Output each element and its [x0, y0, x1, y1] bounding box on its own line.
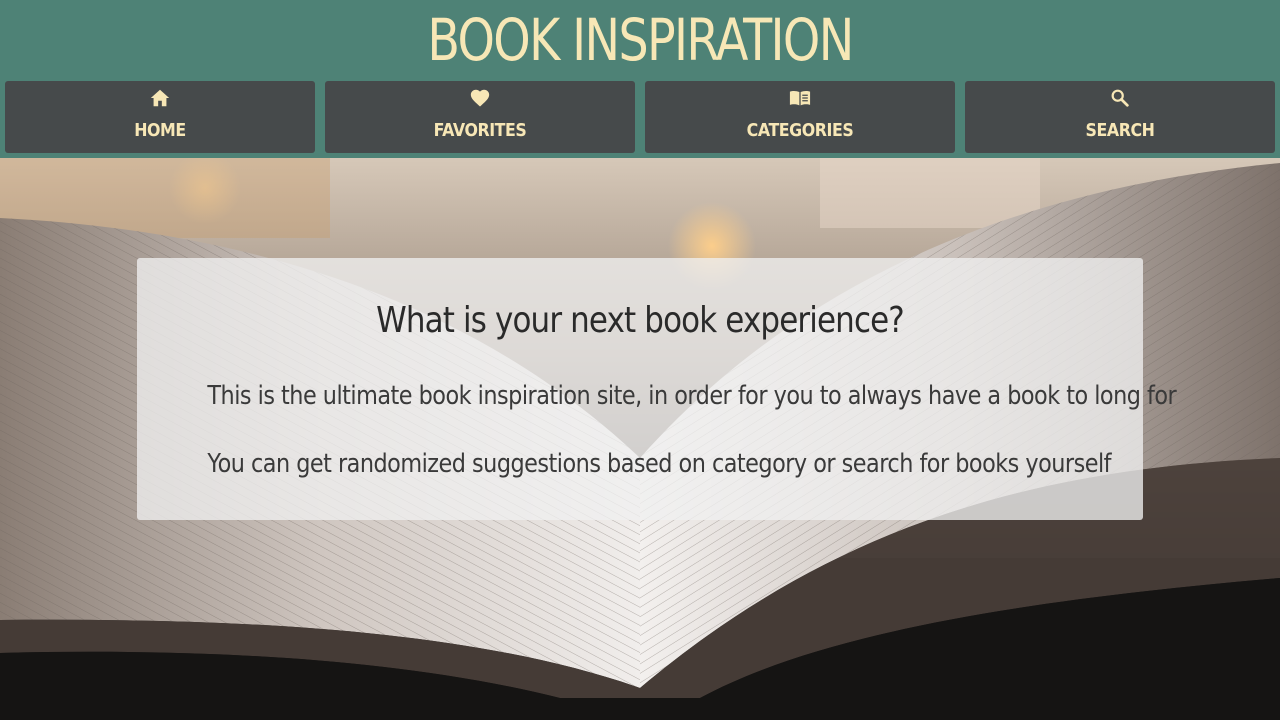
nav-favorites-label: FAVORITES: [433, 120, 527, 141]
intro-heading: What is your next book experience?: [376, 300, 905, 341]
home-icon: [5, 87, 315, 109]
main-nav: HOME FAVORITES CATEGORIES SEARCH: [0, 81, 1280, 153]
nav-home-button[interactable]: HOME: [5, 81, 315, 153]
nav-search-label: SEARCH: [1085, 120, 1155, 141]
hero-section: What is your next book experience? This …: [0, 158, 1280, 720]
intro-text-line-2: You can get randomized suggestions based…: [207, 449, 1112, 479]
site-header: BOOK INSPIRATION HOME FAVORITES CATEGORI: [0, 0, 1280, 158]
site-title: BOOK INSPIRATION: [427, 6, 854, 74]
nav-search-button[interactable]: SEARCH: [965, 81, 1275, 153]
open-book-icon: [645, 87, 955, 109]
nav-categories-label: CATEGORIES: [746, 120, 854, 141]
nav-categories-button[interactable]: CATEGORIES: [645, 81, 955, 153]
nav-home-label: HOME: [134, 120, 186, 141]
nav-favorites-button[interactable]: FAVORITES: [325, 81, 635, 153]
search-icon: [965, 87, 1275, 109]
heart-icon: [325, 87, 635, 109]
intro-card: What is your next book experience? This …: [137, 258, 1177, 520]
intro-text-line-1: This is the ultimate book inspiration si…: [207, 381, 1177, 411]
